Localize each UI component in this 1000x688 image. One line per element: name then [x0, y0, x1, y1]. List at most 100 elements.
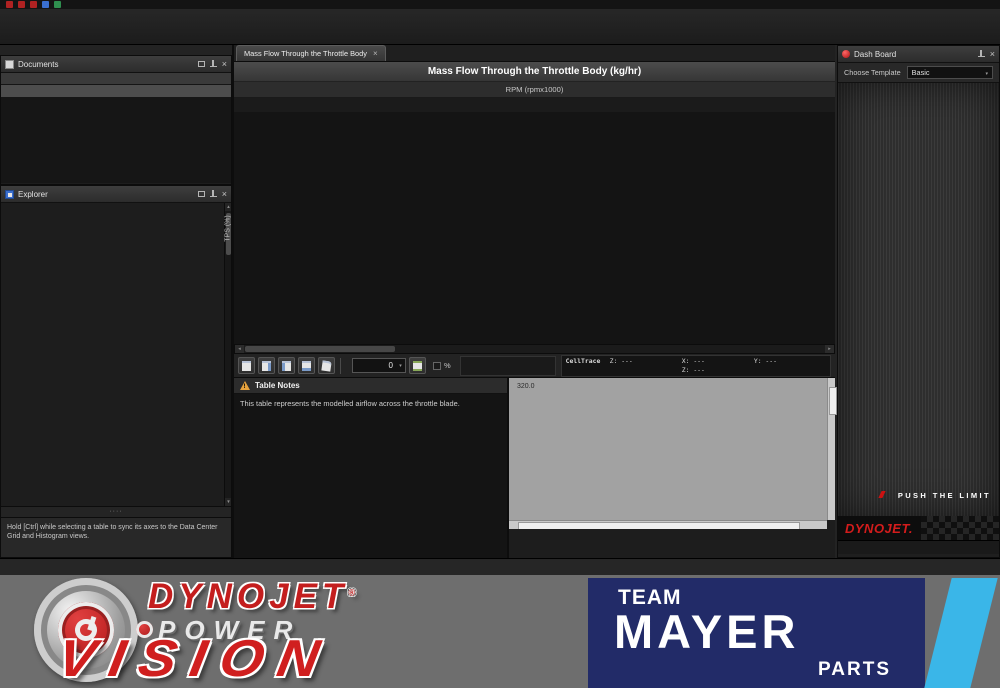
tab-close-icon[interactable] [373, 49, 378, 58]
percent-label: % [444, 361, 451, 370]
gauge-row [838, 83, 999, 98]
table-horizontal-scrollbar[interactable] [234, 344, 835, 354]
explorer-panel: Explorer Hold [Ctrl] while selecting a t… [0, 185, 232, 558]
scroll-down-icon[interactable] [225, 498, 231, 506]
cell-toolbar: 0 % CellTrace Z: --- X: --- Y: --- Z: --… [234, 354, 835, 378]
document-tab-bar: Mass Flow Through the Throttle Body [234, 45, 835, 62]
tab-mass-flow[interactable]: Mass Flow Through the Throttle Body [236, 45, 386, 61]
explorer-icon [5, 190, 14, 199]
warning-icon [240, 381, 250, 390]
close-window-icon[interactable] [222, 60, 227, 68]
table-title: Mass Flow Through the Throttle Body (kg/… [234, 62, 835, 82]
splitter-handle[interactable] [1, 506, 231, 517]
team-mayer-banner: TEAM MAYER PARTS [588, 578, 925, 688]
chart-horizontal-scrollbar[interactable] [509, 520, 827, 529]
celltrace-y: Y: --- [754, 357, 826, 366]
documents-empty-area [1, 97, 231, 183]
cell-edit-button-4[interactable] [298, 357, 315, 374]
table-column-headers [234, 98, 835, 112]
apply-icon [413, 361, 422, 371]
cell-edit-button-2[interactable] [258, 357, 275, 374]
chart-3d-panel: 320.0 [509, 378, 835, 558]
banner-mayer-text: MAYER [614, 604, 799, 659]
selection-info-box [460, 356, 556, 376]
powervision-app: Documents Explorer [0, 0, 1000, 688]
footer-banner: DYNOJET® POWER VISION TEAM MAYER PARTS [0, 575, 1000, 688]
scroll-right-icon[interactable] [825, 345, 834, 353]
documents-panel-title: Documents [18, 60, 194, 69]
adjust-value: 0 [353, 361, 396, 370]
template-value: Basic [912, 68, 986, 77]
documents-icon [5, 60, 14, 69]
table-notes-text[interactable]: This table represents the modelled airfl… [234, 394, 507, 558]
banner-parts-text: PARTS [818, 659, 891, 681]
footer-dynojet-text: DYNOJET® [148, 577, 355, 617]
table-notes-panel: Table Notes This table represents the mo… [234, 378, 509, 558]
checker-pattern [921, 516, 999, 540]
dashboard-panel: Dash Board Choose Template Basic PUSH TH… [837, 45, 1000, 558]
table-notes-header: Table Notes [234, 378, 507, 394]
footer-vision-text: VISION [53, 629, 338, 688]
table-body [234, 112, 835, 344]
surface-plot [509, 378, 827, 520]
toolbar-separator [340, 358, 341, 374]
scrollbar-thumb[interactable] [245, 346, 395, 352]
documents-panel-header: Documents [1, 56, 231, 73]
dashboard-title: Dash Board [854, 50, 974, 59]
cell-edit-icon [242, 361, 251, 371]
documents-column-headers [1, 73, 231, 85]
scroll-left-icon[interactable] [235, 345, 244, 353]
cell-edit-icon [321, 360, 331, 371]
dashboard-tabs [838, 540, 999, 554]
tab-title: Mass Flow Through the Throttle Body [244, 49, 367, 58]
dynojet-logo: DYNOJET. [838, 521, 913, 536]
pin-window-icon[interactable] [210, 190, 217, 199]
cell-edit-icon [262, 361, 271, 371]
chart-corner-value: 320.0 [517, 383, 535, 390]
cell-edit-button-1[interactable] [238, 357, 255, 374]
close-window-icon[interactable] [990, 50, 995, 58]
banner-slash-graphic [924, 578, 997, 688]
explorer-tree [1, 203, 231, 506]
percent-checkbox[interactable] [433, 362, 441, 370]
quick-access-icon[interactable] [42, 1, 49, 8]
quick-access-toolbar [0, 0, 1000, 9]
quick-access-icon[interactable] [30, 1, 37, 8]
table-y-axis-label: TPS (%) [222, 112, 234, 344]
celltrace-x: X: --- [682, 357, 754, 366]
template-chooser-row: Choose Template Basic [838, 63, 999, 83]
brand-strip: DYNOJET. [838, 516, 999, 540]
float-window-icon[interactable] [198, 191, 205, 197]
celltrace-panel: CellTrace Z: --- X: --- Y: --- Z: --- [561, 355, 831, 377]
chevron-down-icon [985, 68, 988, 77]
slogan-text: PUSH THE LIMIT [838, 491, 999, 500]
float-window-icon[interactable] [198, 61, 205, 67]
chart-view-tabs [509, 529, 835, 558]
quick-access-icon[interactable] [6, 1, 13, 8]
quick-access-icon[interactable] [54, 1, 61, 8]
value-dropdown-icon[interactable] [396, 363, 405, 369]
pin-window-icon[interactable] [978, 50, 985, 59]
chart-3d-plot[interactable]: 320.0 [509, 378, 827, 520]
dashboard-header: Dash Board [838, 46, 999, 63]
explorer-panel-title: Explorer [18, 190, 194, 199]
celltrace-z2: Z: --- [682, 366, 754, 375]
template-select[interactable]: Basic [907, 66, 993, 79]
table-notes-title: Table Notes [255, 381, 300, 390]
pin-window-icon[interactable] [210, 60, 217, 69]
celltrace-title: CellTrace [566, 357, 610, 366]
adjust-value-input[interactable]: 0 [352, 358, 406, 373]
documents-row[interactable] [1, 85, 231, 97]
celltrace-z: Z: --- [610, 357, 682, 366]
quick-access-icon[interactable] [18, 1, 25, 8]
chart-vertical-scrollbar[interactable] [827, 378, 835, 520]
cell-edit-button-5[interactable] [318, 357, 335, 374]
status-bar [0, 558, 1000, 575]
template-label: Choose Template [844, 68, 901, 77]
dashboard-icon [842, 50, 850, 58]
explorer-hint-text: Hold [Ctrl] while selecting a table to s… [1, 517, 231, 557]
ribbon [0, 9, 1000, 45]
cell-edit-icon [282, 361, 291, 371]
apply-button[interactable] [409, 357, 426, 374]
cell-edit-button-3[interactable] [278, 357, 295, 374]
